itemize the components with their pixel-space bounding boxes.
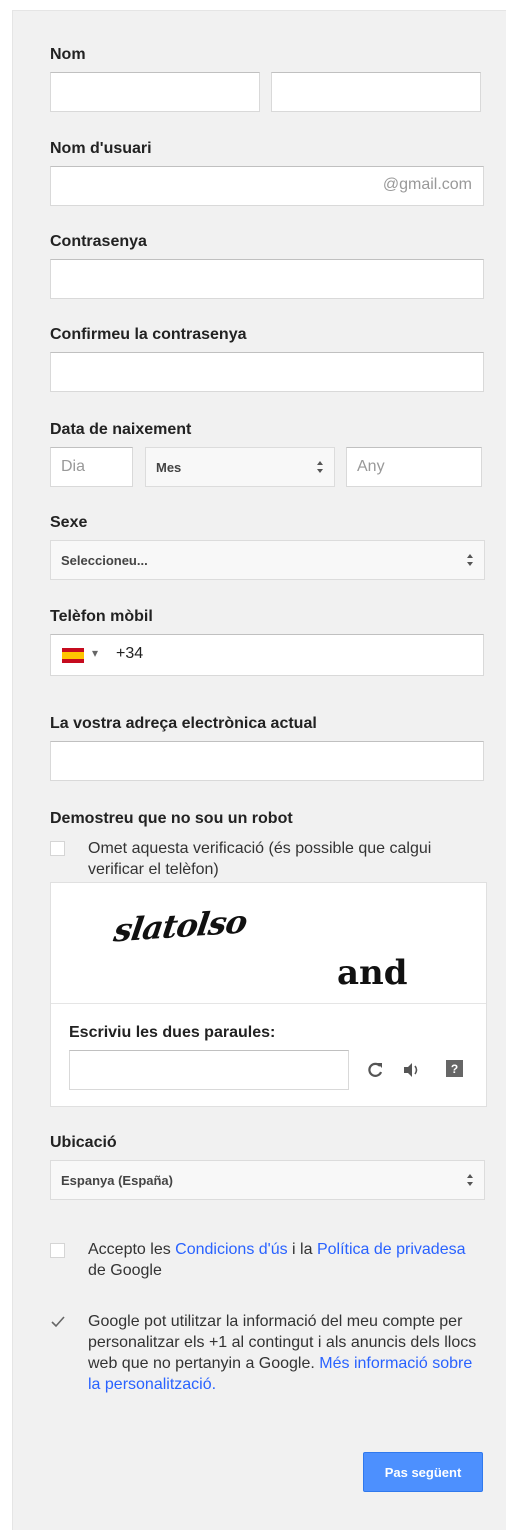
- birth-year-input[interactable]: [346, 447, 482, 487]
- refresh-icon[interactable]: [366, 1061, 384, 1079]
- terms-pre: Accepto les: [88, 1241, 176, 1258]
- password-label: Contrasenya: [50, 233, 147, 250]
- select-arrows-icon: [467, 554, 473, 566]
- location-label: Ubicació: [50, 1134, 117, 1151]
- skip-verification-checkbox[interactable]: [50, 841, 65, 856]
- terms-link[interactable]: Condicions d'ús: [175, 1241, 287, 1258]
- terms-text: Accepto les Condicions d'ús i la Polític…: [88, 1239, 468, 1281]
- gender-value: Seleccioneu...: [61, 552, 148, 568]
- current-email-label: La vostra adreça electrònica actual: [50, 715, 317, 732]
- current-email-input[interactable]: [50, 741, 484, 781]
- gender-label: Sexe: [50, 514, 88, 531]
- spain-flag-icon[interactable]: [62, 648, 84, 663]
- captcha-divider: [51, 1003, 486, 1004]
- captcha-word-2: and: [337, 953, 408, 993]
- select-arrows-icon: [317, 461, 323, 473]
- robot-label: Demostreu que no sou un robot: [50, 810, 293, 827]
- username-label: Nom d'usuari: [50, 140, 152, 157]
- checkmark-icon: [51, 1316, 65, 1328]
- name-label: Nom: [50, 46, 86, 63]
- select-arrows-icon: [467, 1174, 473, 1186]
- last-name-input[interactable]: [271, 72, 481, 112]
- accept-terms-checkbox[interactable]: [50, 1243, 65, 1258]
- location-value: Espanya (España): [61, 1172, 173, 1188]
- captcha-word-1: slatolso: [111, 902, 250, 950]
- first-name-input[interactable]: [50, 72, 260, 112]
- phone-country-code: +34: [116, 645, 144, 662]
- gender-select[interactable]: Seleccioneu...: [50, 540, 485, 580]
- captcha-box: slatolso and Escriviu les dues paraules:…: [50, 882, 487, 1107]
- next-step-button[interactable]: Pas següent: [363, 1452, 483, 1492]
- country-dropdown-arrow[interactable]: ▾: [92, 646, 98, 660]
- terms-post: de Google: [88, 1262, 162, 1279]
- birth-month-value: Mes: [156, 459, 182, 475]
- skip-verification-text: Omet aquesta verificació (és possible qu…: [88, 840, 432, 878]
- terms-mid: i la: [287, 1241, 317, 1258]
- gmail-suffix: @gmail.com: [382, 176, 472, 193]
- privacy-link[interactable]: Política de privadesa: [317, 1241, 466, 1258]
- audio-icon[interactable]: [402, 1061, 422, 1079]
- personalize-text: Google pot utilitzar la informació del m…: [88, 1311, 478, 1395]
- help-icon[interactable]: ?: [446, 1060, 463, 1077]
- location-select[interactable]: Espanya (España): [50, 1160, 485, 1200]
- captcha-input[interactable]: [69, 1050, 349, 1090]
- captcha-prompt: Escriviu les dues paraules:: [69, 1024, 276, 1041]
- birthdate-label: Data de naixement: [50, 421, 192, 438]
- confirm-password-input[interactable]: [50, 352, 484, 392]
- personalize-checkbox[interactable]: [50, 1314, 66, 1330]
- password-input[interactable]: [50, 259, 484, 299]
- confirm-password-label: Confirmeu la contrasenya: [50, 326, 247, 343]
- birth-day-input[interactable]: [50, 447, 133, 487]
- birth-month-select[interactable]: Mes: [145, 447, 335, 487]
- phone-label: Telèfon mòbil: [50, 608, 153, 625]
